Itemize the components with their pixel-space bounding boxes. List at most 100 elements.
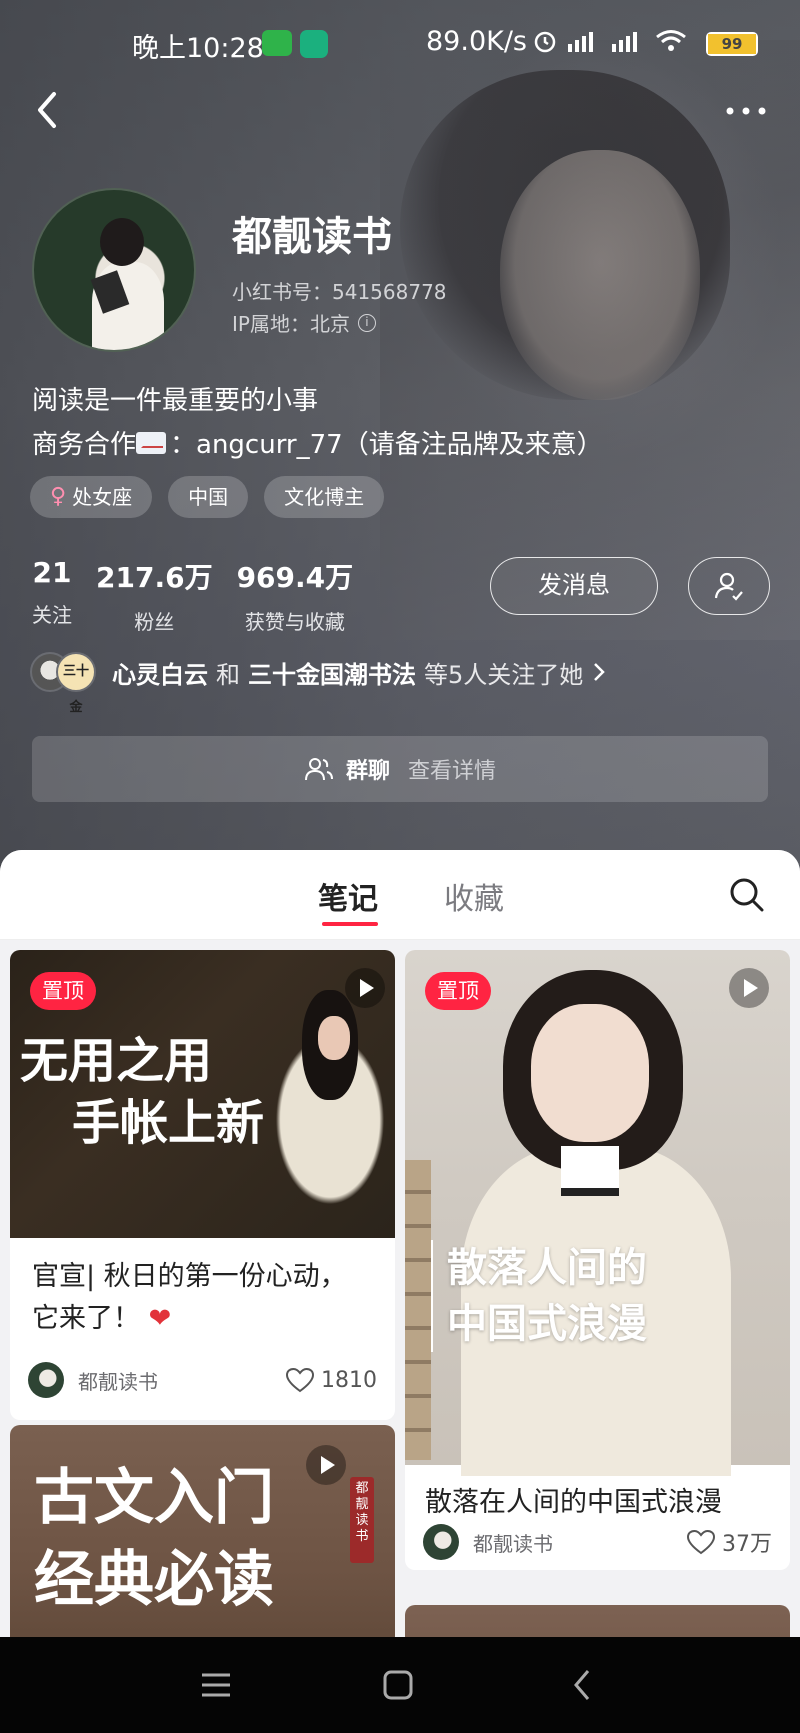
active-tab-indicator [322,922,378,926]
note-card[interactable]: 散落人间的 中国式浪漫 置顶 散落在人间的中国式浪漫 都靓读书 37万 [405,950,790,1570]
status-bar: 晚上10:28 89.0K/s 99 [0,0,800,88]
wechat-notification-icon [262,30,292,56]
stat-following[interactable]: 21 关注 [32,556,72,635]
ip-location-text: IP属地：北京 [232,312,350,336]
mutual-suffix: 等5人关注了她 [424,660,584,689]
battery-icon: 99 [706,32,758,56]
more-dots-icon [726,107,766,115]
cover-caption-line-2: 手帐上新 [72,1095,265,1151]
profile-stats: 21 关注 217.6万 粉丝 969.4万 获赞与收藏 [32,556,353,635]
group-chat-label: 群聊 [345,759,390,784]
stat-value: 217.6万 [96,561,213,594]
battery-level: 99 [708,34,756,54]
back-button[interactable] [28,86,68,134]
stat-value: 21 [32,556,72,589]
video-play-icon [306,1445,346,1485]
group-chat-bar[interactable]: 群聊 查看详情 [32,736,768,802]
following-status-button[interactable] [688,557,770,615]
tag-category[interactable]: 文化博主 [264,476,385,518]
cover-figure-collar [561,1146,619,1196]
profile-name: 都靓读书 [232,214,392,260]
stat-followers[interactable]: 217.6万 粉丝 [96,556,213,635]
like-count: 1810 [321,1367,377,1393]
note-author[interactable]: 都靓读书 [473,1528,686,1557]
cover-caption: 无用之用 手帐上新 [20,1030,264,1154]
info-icon[interactable]: i [357,313,376,332]
profile-tags: ♀ 处女座 中国 文化博主 [30,476,385,518]
pinned-badge: 置顶 [30,972,96,1010]
note-meta: 都靓读书 1810 [28,1362,377,1398]
like-button[interactable]: 37万 [686,1526,772,1558]
chevron-left-icon [574,1670,590,1700]
mutual-avatars: 三十金 [30,652,98,715]
cover-seal: 都靓读书 [350,1477,374,1563]
send-message-button[interactable]: 发消息 [490,557,658,615]
tag-zodiac[interactable]: ♀ 处女座 [30,476,153,518]
cover-figure-face [318,1016,350,1060]
mutual-name-1: 心灵白云 [112,660,208,689]
stat-label: 关注 [32,603,72,627]
mutual-name-2: 三十金国潮书法 [248,660,416,689]
cover-caption: 散落人间的 中国式浪漫 [431,1240,647,1352]
mutual-followers[interactable]: 三十金 心灵白云 和 三十金国潮书法 等5人关注了她 [30,652,607,715]
tab-notes[interactable]: 笔记 [318,874,378,918]
note-title: 散落在人间的中国式浪漫 [425,1487,722,1518]
red-id: 小红书号：541568778 [232,280,447,304]
note-meta: 都靓读书 37万 [423,1524,772,1560]
tag-label: 处女座 [72,485,133,509]
cover-bookshelf [405,1160,431,1460]
heart-icon [285,1367,315,1393]
recent-apps-button[interactable] [196,1665,236,1705]
like-button[interactable]: 1810 [285,1367,377,1393]
status-icons [532,28,688,54]
cover-caption-line-1: 无用之用 [20,1033,213,1089]
tag-region[interactable]: 中国 [168,476,249,518]
search-button[interactable] [728,876,766,914]
chevron-right-icon [594,663,606,681]
search-icon [730,878,764,912]
like-count: 37万 [722,1532,772,1557]
home-button[interactable] [378,1665,418,1705]
signal-icon-2 [612,32,637,52]
status-time: 晚上10:28 [132,33,264,64]
cover-caption-line-1: 散落人间的 [447,1244,647,1291]
video-play-icon [729,968,769,1008]
note-title: 官宣| 秋日的第一份心动，它来了！ ❤ [32,1256,372,1340]
alarm-icon [534,31,556,53]
group-chat-detail: 查看详情 [408,759,497,784]
note-author[interactable]: 都靓读书 [78,1366,285,1395]
stat-likes-collections[interactable]: 969.4万 获赞与收藏 [237,556,354,635]
wifi-icon [656,30,686,51]
note-cover [405,1605,790,1640]
mutual-conjunction: 和 [216,660,240,689]
stat-value: 969.4万 [236,561,354,594]
video-play-icon [345,968,385,1008]
stat-label: 获赞与收藏 [244,610,345,634]
ip-location: IP属地：北京 i [232,308,376,337]
note-title-text: 官宣| 秋日的第一份心动，它来了！ [32,1261,347,1334]
tab-collections[interactable]: 收藏 [444,874,504,918]
avatar[interactable] [28,1362,64,1398]
content-panel: 笔记 收藏 无用之用 手帐上新 置顶 官宣| 秋日的第一份心动，它来了！ ❤ 都… [0,850,800,1640]
avatar-figure-head [100,218,144,266]
cover-caption: 古文入门 经典必读 [34,1457,274,1621]
heart-icon [686,1529,716,1555]
note-card[interactable]: 古文入门 经典必读 都靓读书 [10,1425,395,1640]
bio-line-2-prefix: 商务合作 [32,430,137,460]
avatar[interactable] [423,1524,459,1560]
more-options-button[interactable] [716,96,776,126]
user-check-icon [714,572,743,601]
system-back-button[interactable] [562,1665,602,1705]
bio-line-2-suffix: ：angcurr_77（请备注品牌及来意） [170,430,603,460]
profile-avatar[interactable] [32,188,196,352]
app-notification-icon [300,30,328,58]
note-card[interactable]: 无用之用 手帐上新 置顶 官宣| 秋日的第一份心动，它来了！ ❤ 都靓读书 18… [10,950,395,1420]
stat-label: 粉丝 [134,610,175,634]
note-card[interactable] [405,1605,790,1640]
cover-caption-line-1: 古文入门 [34,1463,274,1533]
bio-line-1: 阅读是一件最重要的小事 [32,386,319,416]
pinned-badge: 置顶 [425,972,491,1010]
female-icon: ♀ [50,484,67,509]
menu-icon [202,1673,230,1697]
note-cover: 散落人间的 中国式浪漫 [405,950,790,1476]
